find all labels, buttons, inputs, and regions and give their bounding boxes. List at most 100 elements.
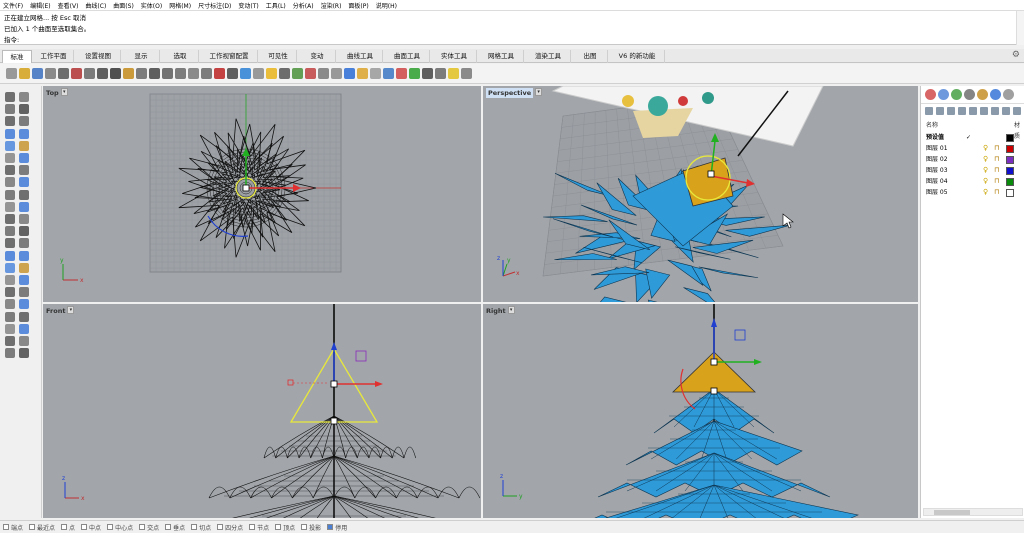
toolbar-tool-icon[interactable] [422,68,433,79]
layer-tool-icon[interactable] [1002,107,1010,115]
toolbar-tool-icon[interactable] [266,68,277,79]
tool-icon[interactable] [5,153,15,163]
viewport-title[interactable]: Front ▾ [46,306,75,316]
tool-icon[interactable] [19,226,29,237]
osnap-toggle[interactable]: 四分点 [217,523,243,532]
toolbar-tool-icon[interactable] [71,68,82,79]
menu-item[interactable]: 尺寸标注(D) [198,1,231,10]
osnap-toggle[interactable]: 中心点 [107,523,133,532]
toolbar-tool-icon[interactable] [318,68,329,79]
tool-icon[interactable] [19,177,29,188]
chevron-down-icon[interactable]: ▾ [535,88,543,96]
menu-item[interactable]: 文件(F) [3,1,23,10]
osnap-toggle[interactable]: 节点 [249,523,269,532]
tool-icon[interactable] [19,250,29,261]
current-layer-check-icon[interactable]: ✓ [966,132,971,143]
toolbar-tool-icon[interactable] [6,68,17,79]
tool-icon[interactable] [5,128,15,139]
tool-icon[interactable] [19,92,29,102]
layer-row[interactable]: 图层 03 ♀ ⊓ [926,165,1021,176]
checkbox-icon[interactable] [249,524,256,530]
layer-color-swatch[interactable] [1006,189,1014,197]
toolbar-tool-icon[interactable] [396,68,407,79]
layer-row[interactable]: 图层 04 ♀ ⊓ [926,176,1021,187]
toolbar-tool-icon[interactable] [136,68,147,79]
tool-icon[interactable] [5,299,15,310]
tool-icon[interactable] [5,262,15,273]
tab-6[interactable]: 工作视窗配置 [201,50,258,63]
tool-icon[interactable] [5,140,15,151]
tool-icon[interactable] [19,262,29,273]
tool-icon[interactable] [5,214,15,224]
tool-icon[interactable] [5,177,15,188]
tool-icon[interactable] [19,311,29,322]
menu-item[interactable]: 曲面(S) [113,1,134,10]
viewport-front[interactable]: Front ▾ x z [43,304,481,518]
layer-row[interactable]: 图层 05 ♀ ⊓ [926,187,1021,198]
lock-icon[interactable]: ⊓ [994,176,999,187]
lock-icon[interactable]: ⊓ [994,154,999,165]
tool-icon[interactable] [5,275,15,285]
tab-4[interactable]: 显示 [123,50,160,63]
command-scrollbar[interactable] [1016,11,1024,45]
viewport-perspective[interactable]: Perspective ▾ x y z [483,86,918,302]
toolbar-tool-icon[interactable] [331,68,342,79]
checkbox-icon[interactable] [191,524,198,530]
tool-icon[interactable] [5,116,15,127]
tool-icon[interactable] [5,201,15,212]
toolbar-tool-icon[interactable] [110,68,121,79]
toolbar-tool-icon[interactable] [448,68,459,79]
tool-icon[interactable] [5,226,15,237]
menu-item[interactable]: 实体(O) [141,1,162,10]
chevron-down-icon[interactable]: ▾ [60,88,68,96]
menu-item[interactable]: 曲线(C) [85,1,106,10]
layer-tool-icon[interactable] [925,107,933,115]
viewport-title[interactable]: Top ▾ [46,88,68,98]
layer-color-swatch[interactable] [1006,178,1014,186]
menu-item[interactable]: 工具(L) [266,1,286,10]
osnap-toggle[interactable]: 顶点 [275,523,295,532]
viewport-right[interactable]: Right ▾ y z [483,304,918,518]
layer-tool-icon[interactable] [947,107,955,115]
viewport-top[interactable]: Top ▾ x y [43,86,481,302]
checkbox-icon[interactable] [327,524,334,530]
tool-icon[interactable] [5,189,15,200]
toolbar-tool-icon[interactable] [344,68,355,79]
toolbar-tool-icon[interactable] [461,68,472,79]
panel-tab-icon[interactable] [925,89,936,100]
tool-icon[interactable] [19,165,29,176]
toolbar-tool-icon[interactable] [409,68,420,79]
checkbox-icon[interactable] [165,524,172,530]
panel-scrollbar[interactable] [923,508,1023,516]
lock-icon[interactable]: ⊓ [994,165,999,176]
tool-icon[interactable] [5,287,15,298]
panel-tab-icon[interactable] [977,89,988,100]
osnap-toggle[interactable]: 切点 [191,523,211,532]
layer-tool-icon[interactable] [980,107,988,115]
panel-tab-icon[interactable] [1003,89,1014,100]
layer-color-swatch[interactable] [1006,156,1014,164]
checkbox-icon[interactable] [3,524,9,530]
layer-row[interactable]: 图层 02 ♀ ⊓ [926,154,1021,165]
tab-1[interactable]: 标准 [2,50,32,63]
tab-3[interactable]: 设置视图 [76,50,121,63]
layer-tool-icon[interactable] [991,107,999,115]
panel-tab-icon[interactable] [990,89,1001,100]
tab-13[interactable]: 渲染工具 [526,50,571,63]
tab-15[interactable]: V6 的新功能 [610,50,665,63]
tab-5[interactable]: 选取 [162,50,199,63]
osnap-toggle[interactable]: 点 [61,523,75,532]
osnap-toggle[interactable]: 垂点 [165,523,185,532]
toolbar-tool-icon[interactable] [58,68,69,79]
tool-icon[interactable] [5,104,15,115]
tool-icon[interactable] [19,275,29,285]
layer-tool-icon[interactable] [969,107,977,115]
tool-icon[interactable] [5,92,15,102]
tab-11[interactable]: 实体工具 [432,50,477,63]
tool-icon[interactable] [5,250,15,261]
layer-tool-icon[interactable] [958,107,966,115]
tool-icon[interactable] [5,311,15,322]
layer-row[interactable]: 预设值 ✓ [926,132,1021,143]
layer-tool-icon[interactable] [1013,107,1021,115]
checkbox-icon[interactable] [29,524,36,530]
